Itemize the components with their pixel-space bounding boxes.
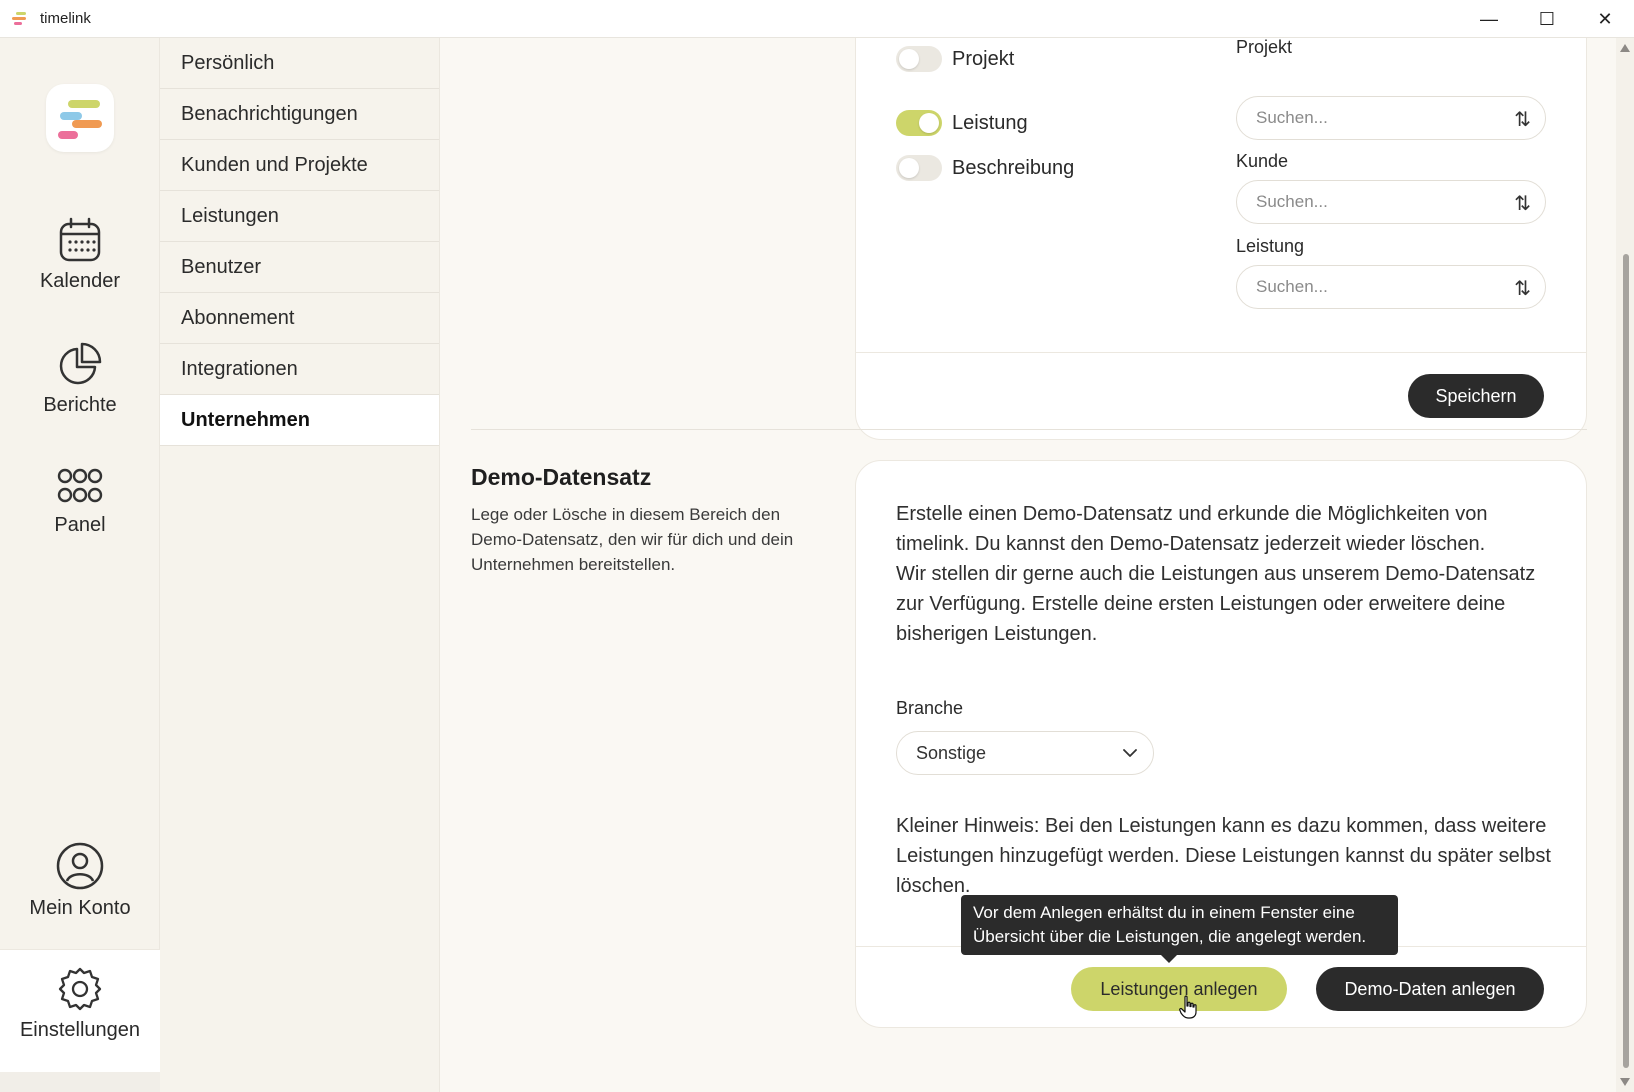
main-navigation: Kalender Berichte Panel Mein Konto Einst… <box>0 38 160 1092</box>
toggle-row-beschreibung[interactable]: Beschreibung <box>896 155 1074 181</box>
services-tooltip: Vor dem Anlegen erhältst du in einem Fen… <box>961 895 1398 963</box>
field-label-leistung: Leistung <box>1236 236 1305 256</box>
search-kunde-input[interactable]: Suchen... ⇅ <box>1236 180 1546 224</box>
submenu-item-kunden-und-projekte[interactable]: Kunden und Projekte <box>160 140 439 191</box>
search-projekt-placeholder: Suchen... <box>1256 108 1328 127</box>
submenu-item-leistungen[interactable]: Leistungen <box>160 191 439 242</box>
nav-panel[interactable]: Panel <box>0 464 160 537</box>
nav-berichte[interactable]: Berichte <box>0 340 160 417</box>
nav-panel-label: Panel <box>54 514 106 536</box>
logo-bar-green <box>68 100 100 108</box>
tooltip-line: Vor dem Anlegen erhältst du in einem Fen… <box>973 903 1355 922</box>
demo-intro-line: Wir stellen dir gerne auch die Leistunge… <box>896 563 1536 585</box>
logo-bar-blue <box>60 112 82 120</box>
sort-icon[interactable]: ⇅ <box>1514 276 1531 301</box>
search-leistung-placeholder: Suchen... <box>1256 277 1328 296</box>
submenu-item-abonnement[interactable]: Abonnement <box>160 293 439 344</box>
branche-selected-value: Sonstige <box>916 742 987 763</box>
nav-berichte-label: Berichte <box>43 394 117 416</box>
create-demo-data-button[interactable]: Demo-Daten anlegen <box>1316 967 1544 1011</box>
save-button[interactable]: Speichern <box>1408 374 1544 418</box>
tooltip-arrow <box>1161 955 1177 963</box>
branche-select[interactable]: Sonstige <box>896 731 1154 775</box>
demo-hint-text: Kleiner Hinweis: Bei den Leistungen kann… <box>896 811 1551 901</box>
toggle-label-leistung: Leistung <box>952 111 1028 134</box>
nav-kalender-label: Kalender <box>39 270 121 292</box>
demo-hint-line: Kleiner Hinweis: Bei den Leistungen kann… <box>896 815 1547 837</box>
app-logo-icon <box>12 11 30 26</box>
field-label-kunde: Kunde <box>1236 151 1289 171</box>
maximize-button[interactable]: ☐ <box>1518 0 1576 38</box>
tooltip-line: Übersicht über die Leistungen, die angel… <box>973 927 1367 946</box>
submenu-item-persoenlich[interactable]: Persönlich <box>160 38 439 89</box>
hand-cursor-icon <box>1179 995 1197 1019</box>
card-divider <box>856 352 1586 353</box>
vertical-scrollbar[interactable] <box>1616 38 1634 1092</box>
logo-bar-pink <box>58 131 78 139</box>
close-button[interactable]: ✕ <box>1576 0 1634 38</box>
submenu-item-benachrichtigungen[interactable]: Benachrichtigungen <box>160 89 439 140</box>
demo-hint-line: Leistungen hinzugefügt werden. Diese Lei… <box>896 845 1551 867</box>
submenu-item-integrationen[interactable]: Integrationen <box>160 344 439 395</box>
logo-bar-orange <box>72 120 102 128</box>
nav-mein-konto[interactable]: Mein Konto <box>0 841 160 920</box>
submenu-item-benutzer[interactable]: Benutzer <box>160 242 439 293</box>
section-divider <box>471 429 1587 430</box>
scroll-up-arrow-icon[interactable] <box>1620 44 1630 52</box>
demo-intro-line: zur Verfügung. Erstelle deine ersten Lei… <box>896 593 1506 615</box>
toggle-projekt[interactable] <box>896 46 942 72</box>
toggle-beschreibung[interactable] <box>896 155 942 181</box>
search-leistung-input[interactable]: Suchen... ⇅ <box>1236 265 1546 309</box>
chevron-down-icon <box>1123 749 1137 757</box>
nav-mein-konto-label: Mein Konto <box>29 897 131 919</box>
gear-icon <box>58 967 102 1011</box>
timelink-logo[interactable] <box>46 84 114 152</box>
toggle-label-projekt: Projekt <box>952 47 1015 70</box>
scroll-thumb[interactable] <box>1623 254 1629 1068</box>
demo-intro-line: timelink. Du kannst den Demo-Datensatz j… <box>896 533 1486 555</box>
search-kunde-placeholder: Suchen... <box>1256 192 1328 211</box>
toggle-leistung[interactable] <box>896 110 942 136</box>
grid-icon <box>57 468 103 503</box>
demo-data-card: Erstelle einen Demo-Datensatz und erkund… <box>855 460 1587 1028</box>
calendar-icon <box>59 217 101 262</box>
field-label-projekt: Projekt <box>1236 38 1293 57</box>
minimize-button[interactable]: — <box>1460 0 1518 38</box>
nav-kalender[interactable]: Kalender <box>0 216 160 293</box>
demo-intro-line: bisherigen Leistungen. <box>896 623 1098 645</box>
toggle-row-leistung[interactable]: Leistung <box>896 110 1028 136</box>
submenu-item-unternehmen[interactable]: Unternehmen <box>160 395 439 446</box>
search-projekt-input[interactable]: Suchen... ⇅ <box>1236 96 1546 140</box>
scroll-down-arrow-icon[interactable] <box>1620 1078 1630 1086</box>
title-bar: timelink — ☐ ✕ <box>0 0 1634 38</box>
toggle-row-projekt[interactable]: Projekt <box>896 46 1014 72</box>
nav-einstellungen[interactable]: Einstellungen <box>0 949 160 1072</box>
nav-einstellungen-label: Einstellungen <box>19 1019 141 1041</box>
demo-section-description: Lege oder Lösche in diesem Bereich den D… <box>471 505 794 574</box>
settings-submenu: Persönlich Benachrichtigungen Kunden und… <box>160 38 440 1092</box>
main-content: Projekt Leistung Beschreibung Projekt Su… <box>440 38 1616 1092</box>
demo-intro-line: Erstelle einen Demo-Datensatz und erkund… <box>896 503 1488 525</box>
user-circle-icon <box>56 842 104 890</box>
demo-intro-text: Erstelle einen Demo-Datensatz und erkund… <box>896 499 1535 649</box>
window-title: timelink <box>40 10 91 27</box>
toggle-label-beschreibung: Beschreibung <box>952 156 1075 179</box>
demo-section-title: Demo-Datensatz <box>471 464 652 490</box>
filter-settings-card: Projekt Leistung Beschreibung Projekt Su… <box>855 38 1587 440</box>
sort-icon[interactable]: ⇅ <box>1514 107 1531 132</box>
pie-chart-icon <box>59 342 102 385</box>
branche-label: Branche <box>896 698 964 718</box>
sort-icon[interactable]: ⇅ <box>1514 191 1531 216</box>
nav-bottom-strip <box>0 1072 160 1092</box>
